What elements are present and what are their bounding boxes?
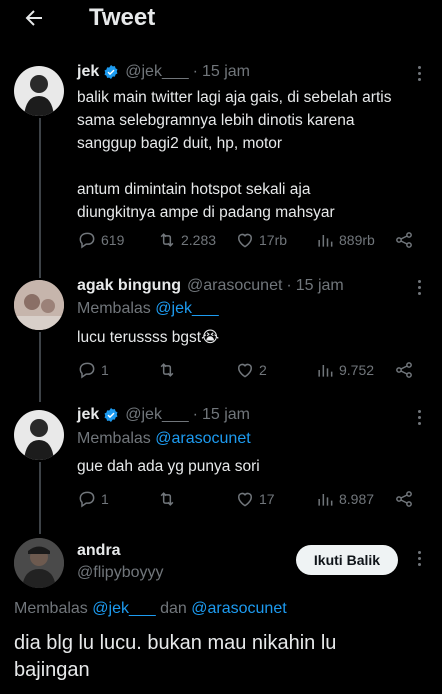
retweet-button[interactable] xyxy=(157,489,181,509)
author-handle: @flipyboyyy xyxy=(77,564,164,581)
timestamp: 15 jam xyxy=(201,406,250,423)
more-options-icon[interactable] xyxy=(416,66,422,84)
author-handle: @jek___ xyxy=(125,63,189,80)
replying-to: Membalas @arasocunet xyxy=(77,430,251,447)
views-icon xyxy=(318,494,333,506)
views-count: 9.752 xyxy=(339,362,375,378)
replying-to: Membalas @jek___ dan @arasocunet xyxy=(14,600,287,617)
more-options-icon[interactable] xyxy=(416,280,422,298)
action-bar: 1 17 8.987 xyxy=(77,489,422,513)
like-button[interactable]: 17rb xyxy=(235,230,287,250)
heart-icon xyxy=(238,233,252,248)
views-icon xyxy=(318,235,333,247)
replying-to: Membalas @jek___ xyxy=(77,300,219,317)
author-name[interactable]: andra xyxy=(77,542,121,560)
heart-icon xyxy=(238,363,252,378)
like-button[interactable]: 2 xyxy=(235,360,267,380)
tweet-text: balik main twitter lagi aja gais, di seb… xyxy=(77,89,392,221)
retweet-icon xyxy=(160,492,174,506)
reply-icon xyxy=(79,362,95,379)
author-name[interactable]: agak bingung xyxy=(77,277,181,295)
reply-count: 619 xyxy=(101,232,125,248)
mention-link[interactable]: @jek___ xyxy=(155,300,218,317)
views-count: 889rb xyxy=(339,232,375,248)
heart-icon xyxy=(238,492,252,507)
views-count: 8.987 xyxy=(339,491,375,507)
retweet-icon xyxy=(160,363,174,377)
top-bar: Tweet xyxy=(0,0,442,40)
verified-badge-icon xyxy=(104,65,118,79)
more-options-icon[interactable] xyxy=(416,551,422,569)
reply-button[interactable]: 1 xyxy=(77,360,109,380)
share-icon[interactable] xyxy=(394,230,414,250)
views-icon xyxy=(318,365,333,377)
share-icon[interactable] xyxy=(394,489,414,509)
reply-count: 1 xyxy=(101,362,109,378)
thread-line xyxy=(39,462,41,534)
reply-icon xyxy=(79,232,95,249)
author-name[interactable]: jek xyxy=(77,63,99,81)
follow-back-button[interactable]: Ikuti Balik xyxy=(296,545,398,575)
tweet-text: dia blg lu lucu. bukan mau nikahin lu ba… xyxy=(14,632,337,681)
reply-icon xyxy=(79,491,95,508)
timestamp: 15 jam xyxy=(201,63,250,80)
verified-badge-icon xyxy=(104,408,118,422)
retweet-icon xyxy=(160,233,174,247)
reply-button[interactable]: 619 xyxy=(77,230,124,250)
thread-line xyxy=(39,332,41,402)
mention-link[interactable]: @arasocunet xyxy=(155,430,250,447)
action-bar: 619 2.283 17rb 889rb xyxy=(77,230,422,254)
like-count: 2 xyxy=(259,362,267,378)
more-options-icon[interactable] xyxy=(416,410,422,428)
tweet-text: lucu terussss bgst😭 xyxy=(77,329,220,346)
mention-link[interactable]: @arasocunet xyxy=(191,600,286,617)
avatar[interactable] xyxy=(14,66,64,116)
thread-line xyxy=(39,118,41,278)
reply-button[interactable]: 1 xyxy=(77,489,109,509)
reply-count: 1 xyxy=(101,491,109,507)
like-button[interactable]: 17 xyxy=(235,489,275,509)
avatar[interactable] xyxy=(14,538,64,588)
views-button[interactable]: 889rb xyxy=(315,230,375,250)
author-handle: @arasocunet xyxy=(187,277,283,294)
like-count: 17rb xyxy=(259,232,288,248)
action-bar: 1 2 9.752 xyxy=(77,360,422,384)
author-handle: @jek___ xyxy=(125,406,189,423)
tweet-text: gue dah ada yg punya sori xyxy=(77,458,260,475)
timestamp: 15 jam xyxy=(295,277,344,294)
avatar[interactable] xyxy=(14,280,64,330)
mention-link[interactable]: @jek___ xyxy=(92,600,155,617)
retweet-button[interactable] xyxy=(157,360,181,380)
like-count: 17 xyxy=(259,491,275,507)
views-button[interactable]: 9.752 xyxy=(315,360,374,380)
page-title: Tweet xyxy=(89,4,156,31)
share-icon[interactable] xyxy=(394,360,414,380)
author-name[interactable]: jek xyxy=(77,406,99,424)
views-button[interactable]: 8.987 xyxy=(315,489,374,509)
avatar[interactable] xyxy=(14,410,64,460)
back-arrow-icon[interactable] xyxy=(22,6,46,30)
retweet-button[interactable]: 2.283 xyxy=(157,230,216,250)
retweet-count: 2.283 xyxy=(181,232,217,248)
